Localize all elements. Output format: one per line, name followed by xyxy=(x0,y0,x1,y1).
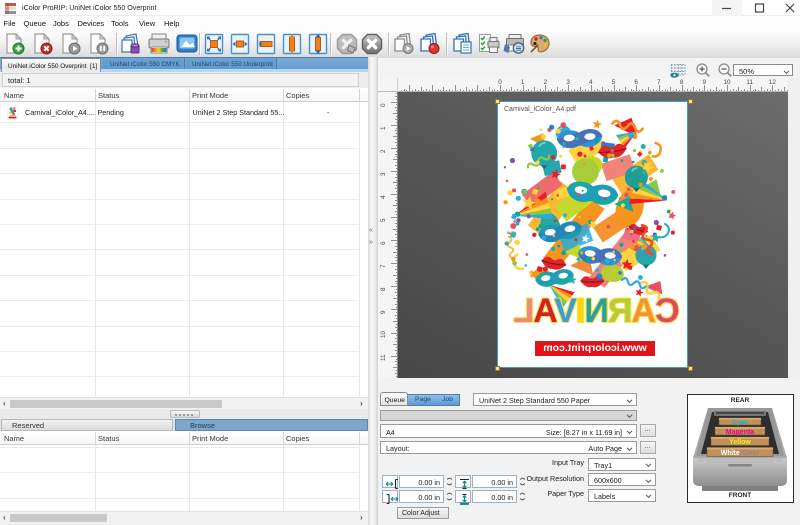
svg-text:Magenta: Magenta xyxy=(726,429,755,436)
svg-text:Cyan: Cyan xyxy=(732,419,748,426)
svg-text:Yellow: Yellow xyxy=(729,439,751,446)
svg-text:White/Clear: White/Clear xyxy=(721,450,760,457)
